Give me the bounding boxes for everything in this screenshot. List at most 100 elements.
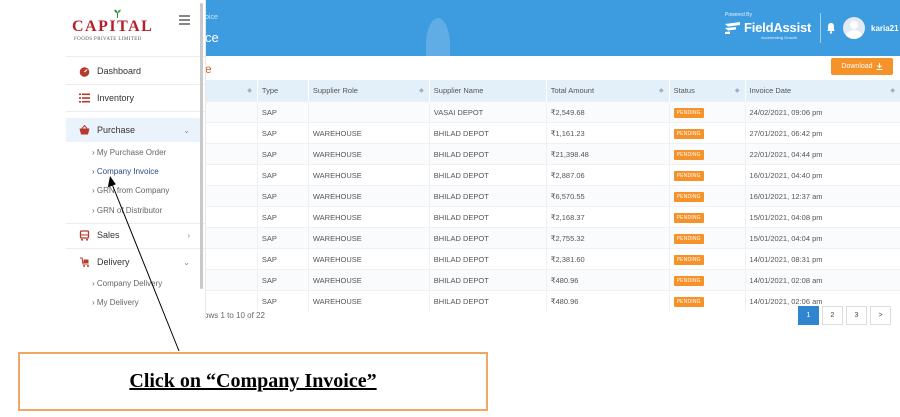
table-cell xyxy=(200,206,258,228)
top-header: oice ce Powered By FieldAssist Accelerat… xyxy=(200,0,900,56)
table-cell: 15/01/2021, 04:08 pm xyxy=(744,206,900,228)
table-row[interactable]: SAP WAREHOUSE BHILAD DEPOT ₹2,168.37 PENDING… xyxy=(200,206,900,228)
status-badge: PENDING xyxy=(673,275,704,286)
page-button[interactable]: 3 xyxy=(846,306,867,325)
table-cell: PENDING xyxy=(668,185,746,207)
hamburger-icon[interactable] xyxy=(179,15,190,25)
instruction-callout: Click on “Company Invoice” xyxy=(18,352,488,411)
column-header[interactable]: Supplier Name xyxy=(428,80,547,102)
sort-icon: ◆ xyxy=(247,88,252,94)
table-cell: ₹2,381.60 xyxy=(545,248,670,270)
brand-tagline: Accelerating Growth xyxy=(761,35,798,40)
table-cell: 16/01/2021, 12:37 am xyxy=(744,185,900,207)
table-cell: BHILAD DEPOT xyxy=(428,290,547,311)
table-cell: PENDING xyxy=(668,269,746,291)
table-cell xyxy=(200,101,258,123)
table-cell: WAREHOUSE xyxy=(307,122,430,144)
table-cell xyxy=(200,185,258,207)
table-cell: PENDING xyxy=(668,206,746,228)
sidebar-subitem-grn-of-distributor[interactable]: › GRN of Distributor xyxy=(92,206,162,215)
column-header[interactable]: Supplier Role ◆ xyxy=(307,80,430,102)
brand-name: FieldAssist xyxy=(744,20,812,35)
sidebar-item-delivery[interactable]: Delivery ⌄ xyxy=(66,250,200,274)
status-badge: PENDING xyxy=(673,128,704,139)
table-cell: ₹480.96 xyxy=(545,290,670,311)
table-cell: SAP xyxy=(256,143,309,165)
table-cell: ₹2,887.06 xyxy=(545,164,670,186)
table-cell: SAP xyxy=(256,185,309,207)
sidebar-subitem-company-delivery[interactable]: › Company Delivery xyxy=(92,279,162,288)
column-header[interactable]: Type xyxy=(256,80,309,102)
avatar[interactable] xyxy=(843,17,865,39)
status-badge: PENDING xyxy=(673,254,704,265)
table-cell xyxy=(200,269,258,291)
next-page-button[interactable]: > xyxy=(870,306,891,325)
table-cell xyxy=(200,248,258,270)
table-cell: 24/02/2021, 09:06 pm xyxy=(744,101,900,123)
logo-subtext: FOODS PRIVATE LIMITED xyxy=(74,37,142,42)
sidebar-item-inventory[interactable]: Inventory xyxy=(66,86,200,110)
cart-icon xyxy=(78,229,90,241)
table-cell: ₹21,398.48 xyxy=(545,143,670,165)
table-row[interactable]: SAP WAREHOUSE BHILAD DEPOT ₹6,570.55 PENDING… xyxy=(200,185,900,207)
sidebar-item-purchase[interactable]: Purchase ⌄ xyxy=(66,118,200,142)
table-row[interactable]: SAP WAREHOUSE BHILAD DEPOT ₹21,398.48 PENDIN… xyxy=(200,143,900,165)
table-header-row: ◆ Type Supplier Role ◆ Supplier Name Tota… xyxy=(200,80,900,102)
sidebar-subitem-my-delivery[interactable]: › My Delivery xyxy=(92,298,139,307)
divider xyxy=(66,111,205,112)
delivery-icon xyxy=(78,256,90,268)
table-cell: WAREHOUSE xyxy=(307,269,430,291)
column-header[interactable]: Total Amount ◆ xyxy=(545,80,670,102)
table-row[interactable]: SAP WAREHOUSE BHILAD DEPOT ₹480.96 PENDING 14… xyxy=(200,269,900,291)
sidebar-item-sales[interactable]: Sales › xyxy=(66,223,200,247)
table-cell: SAP xyxy=(256,269,309,291)
table-cell: BHILAD DEPOT xyxy=(428,248,547,270)
table-cell xyxy=(200,143,258,165)
table-cell: BHILAD DEPOT xyxy=(428,269,547,291)
header-decoration xyxy=(426,18,450,56)
sidebar-scrollbar[interactable] xyxy=(200,3,203,289)
table-row[interactable]: SAP WAREHOUSE BHILAD DEPOT ₹2,755.32 PENDING… xyxy=(200,227,900,249)
bell-icon[interactable] xyxy=(826,22,836,34)
column-header[interactable]: Status ◆ xyxy=(668,80,746,102)
status-badge: PENDING xyxy=(673,212,704,223)
table-cell: SAP xyxy=(256,227,309,249)
basket-icon xyxy=(78,124,90,136)
table-cell: PENDING xyxy=(668,143,746,165)
table-cell: PENDING xyxy=(668,290,746,311)
table-row[interactable]: SAP WAREHOUSE BHILAD DEPOT ₹2,887.06 PENDING… xyxy=(200,164,900,186)
avatar-head xyxy=(850,21,858,29)
table-cell: BHILAD DEPOT xyxy=(428,185,547,207)
table-cell: ₹2,549.68 xyxy=(545,101,670,123)
column-header[interactable]: Invoice Date ◆ xyxy=(744,80,900,102)
table-cell xyxy=(200,227,258,249)
sidebar-subitem-grn-from-company[interactable]: › GRN from Company xyxy=(92,186,169,195)
table-row[interactable]: SAP WAREHOUSE BHILAD DEPOT ₹2,381.60 PENDING… xyxy=(200,248,900,270)
sidebar-subitem-company-invoice[interactable]: › Company Invoice xyxy=(92,167,159,176)
logo-text: CAPITAL xyxy=(72,18,154,35)
table-cell: WAREHOUSE xyxy=(307,290,430,311)
table-row[interactable]: SAP WAREHOUSE BHILAD DEPOT ₹480.96 PENDING 14… xyxy=(200,290,900,311)
username[interactable]: karia21 xyxy=(871,24,899,33)
sidebar: CAPITAL FOODS PRIVATE LIMITED Dashboard … xyxy=(66,0,206,320)
table-row[interactable]: SAP WAREHOUSE BHILAD DEPOT ₹1,161.23 PENDING… xyxy=(200,122,900,144)
page-button[interactable]: 1 xyxy=(798,306,819,325)
column-header[interactable]: ◆ xyxy=(200,80,258,102)
page-button[interactable]: 2 xyxy=(822,306,843,325)
table-info: ows 1 to 10 of 22 xyxy=(204,311,265,320)
sidebar-item-dashboard[interactable]: Dashboard xyxy=(66,59,200,83)
table-cell xyxy=(307,101,430,123)
sidebar-subitem-my-purchase-order[interactable]: › My Purchase Order xyxy=(92,148,166,157)
table-cell: ₹1,161.23 xyxy=(545,122,670,144)
table-cell: VASAI DEPOT xyxy=(428,101,547,123)
fieldassist-mark-icon xyxy=(725,22,740,34)
download-button[interactable]: Download xyxy=(831,58,893,75)
table-cell: PENDING xyxy=(668,122,746,144)
table-cell: SAP xyxy=(256,101,309,123)
sidebar-item-label: Purchase xyxy=(97,125,136,135)
table-cell: WAREHOUSE xyxy=(307,248,430,270)
table-row[interactable]: SAP VASAI DEPOT ₹2,549.68 PENDING 24/02/2021… xyxy=(200,101,900,123)
page-title: e xyxy=(205,62,212,76)
sort-icon: ◆ xyxy=(419,88,424,94)
sidebar-item-label: Dashboard xyxy=(97,66,142,76)
